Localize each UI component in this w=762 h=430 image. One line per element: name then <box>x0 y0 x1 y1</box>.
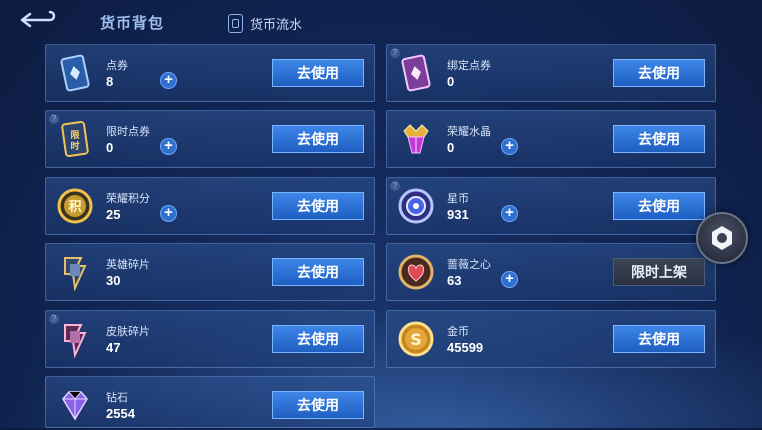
use-bound-coupon-button[interactable]: 去使用 <box>613 59 705 87</box>
currency-amount: 63 <box>447 273 462 288</box>
gold-coin-icon: S <box>396 319 436 359</box>
currency-card-diamond: 钻石 2554 去使用 <box>45 376 375 428</box>
use-glory-crystal-button[interactable]: 去使用 <box>613 125 705 153</box>
svg-text:S: S <box>410 330 422 349</box>
add-limited-coupon-button[interactable]: + <box>160 138 177 155</box>
skin-fragment-icon <box>55 319 95 359</box>
currency-amount: 30 <box>106 273 121 288</box>
use-limited-coupon-button[interactable]: 去使用 <box>272 125 364 153</box>
currency-card-glory-crystal: 荣耀水晶 0 + 去使用 <box>386 110 716 168</box>
currency-name: 限时点券 <box>106 126 150 138</box>
currency-name: 绑定点券 <box>447 60 491 72</box>
currency-amount: 0 <box>447 74 455 89</box>
use-skin-fragment-button[interactable]: 去使用 <box>272 325 364 353</box>
limited-coupon-icon: 限 时 <box>55 119 95 159</box>
currency-card-star-coin: ? 星币 931 + 去使用 <box>386 177 716 235</box>
currency-name: 金币 <box>447 326 469 338</box>
glory-points-icon: 积 <box>55 186 95 226</box>
currency-name: 点券 <box>106 60 128 72</box>
add-glory-crystal-button[interactable]: + <box>501 138 518 155</box>
currency-card-rose-heart: 蔷薇之心 63 + 限时上架 <box>386 243 716 301</box>
currency-card-gold-coin: S 金币 45599 去使用 <box>386 310 716 368</box>
currency-amount: 47 <box>106 340 121 355</box>
currency-card-glory-points: 积 荣耀积分 25 + 去使用 <box>45 177 375 235</box>
currency-card-skin-fragment: ? 皮肤碎片 47 去使用 <box>45 310 375 368</box>
currency-name: 皮肤碎片 <box>106 326 150 338</box>
currency-card-limited-coupon: ? 限 时 限时点券 0 + 去使用 <box>45 110 375 168</box>
currency-flow-label: 货币流水 <box>250 16 303 32</box>
use-glory-points-button[interactable]: 去使用 <box>272 192 364 220</box>
add-star-coin-button[interactable]: + <box>501 205 518 222</box>
svg-text:积: 积 <box>68 199 81 215</box>
page-title: 货币背包 <box>100 15 165 32</box>
glory-crystal-icon <box>396 119 436 159</box>
currency-name: 星币 <box>447 193 469 205</box>
currency-flow-tab[interactable]: 货币流水 <box>228 13 302 33</box>
bound-coupon-card-icon <box>396 53 436 93</box>
hexagon-menu-icon <box>712 226 732 250</box>
use-hero-fragment-button[interactable]: 去使用 <box>272 258 364 286</box>
coupon-card-icon <box>55 53 95 93</box>
use-gold-coin-button[interactable]: 去使用 <box>613 325 705 353</box>
currency-amount: 931 <box>447 207 469 222</box>
svg-text:时: 时 <box>70 140 79 152</box>
star-coin-icon <box>396 186 436 226</box>
ledger-icon <box>228 13 243 33</box>
back-arrow-icon <box>20 10 56 28</box>
back-button[interactable] <box>14 7 64 33</box>
currency-name: 荣耀积分 <box>106 193 150 205</box>
currency-amount: 45599 <box>447 340 484 355</box>
currency-amount: 0 <box>106 140 114 155</box>
use-coupon-button[interactable]: 去使用 <box>272 59 364 87</box>
add-rose-heart-button[interactable]: + <box>501 271 518 288</box>
currency-amount: 0 <box>447 140 455 155</box>
currency-amount: 8 <box>106 74 114 89</box>
currency-name: 英雄碎片 <box>106 259 150 271</box>
diamond-icon <box>55 385 95 425</box>
add-coupon-button[interactable]: + <box>160 72 177 89</box>
currency-name: 蔷薇之心 <box>447 259 491 271</box>
use-diamond-button[interactable]: 去使用 <box>272 391 364 419</box>
currency-amount: 2554 <box>106 406 135 421</box>
currency-card-bound-coupon: ? 绑定点券 0 去使用 <box>386 44 716 102</box>
use-star-coin-button[interactable]: 去使用 <box>613 192 705 220</box>
currency-amount: 25 <box>106 207 121 222</box>
hero-fragment-icon <box>55 252 95 292</box>
top-bar: 货币背包 货币流水 <box>0 0 762 42</box>
currency-card-coupon: 点券 8 + 去使用 <box>45 44 375 102</box>
add-glory-points-button[interactable]: + <box>160 205 177 222</box>
currency-card-hero-fragment: 英雄碎片 30 去使用 <box>45 243 375 301</box>
rose-heart-icon <box>396 252 436 292</box>
svg-text:限: 限 <box>70 130 80 141</box>
limited-listing-button[interactable]: 限时上架 <box>613 258 705 286</box>
currency-name: 荣耀水晶 <box>447 126 491 138</box>
floating-menu-button[interactable] <box>696 212 748 264</box>
currency-name: 钻石 <box>106 392 128 404</box>
